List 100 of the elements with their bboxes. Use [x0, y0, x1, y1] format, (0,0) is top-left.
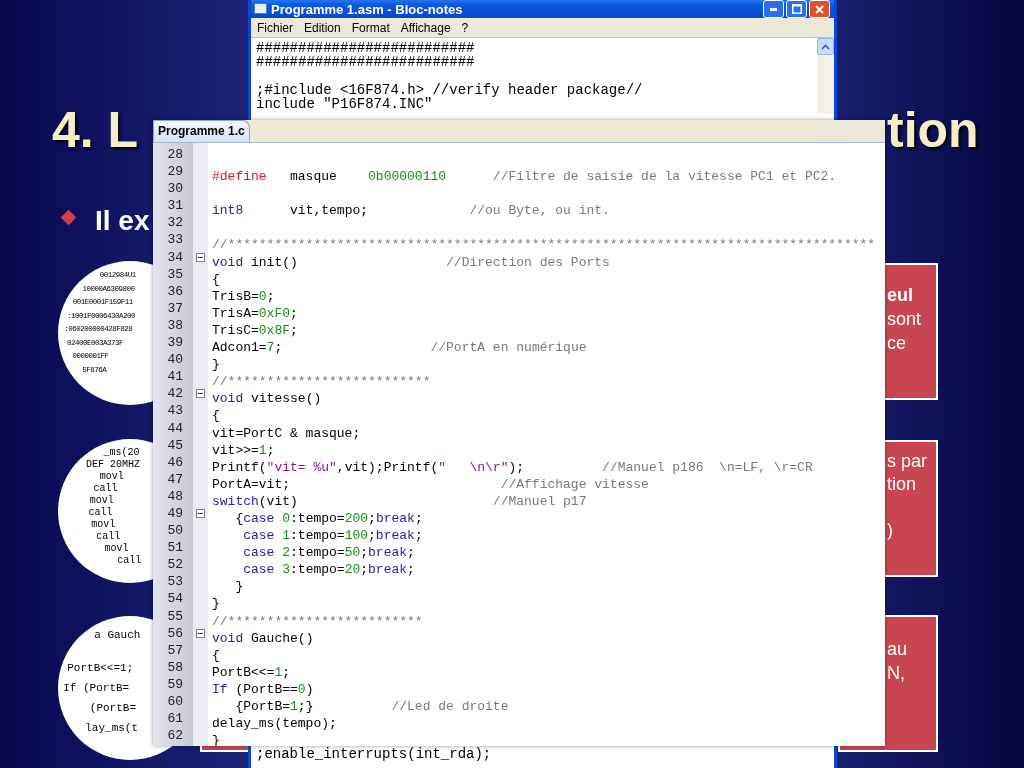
code-line: case 2:tempo=50;break;	[242, 544, 415, 562]
code-line: }	[234, 578, 244, 596]
line-number: 62	[166, 727, 184, 745]
callout-text: tion	[887, 473, 917, 495]
callout-text: sont	[887, 308, 922, 330]
code-line: call	[92, 484, 118, 494]
code-line: delay_ms(tempo);	[212, 715, 337, 733]
line-number: 40	[166, 351, 184, 369]
code-line: }	[212, 356, 220, 374]
fold-toggle[interactable]	[196, 628, 205, 638]
code-line: movl	[98, 472, 124, 482]
line-number: 29	[166, 163, 184, 181]
scrollbar[interactable]	[817, 55, 834, 114]
line-number: 33	[166, 231, 184, 249]
scroll-up-button[interactable]	[817, 38, 834, 55]
code-line: void init() //Direction des Ports	[212, 253, 610, 271]
line-number: 56	[166, 624, 184, 642]
code-line: a Gauch	[94, 630, 141, 641]
code-line: //***********************************************************************************	[212, 236, 876, 254]
fold-toggle[interactable]	[196, 389, 205, 399]
callout-text: eul	[887, 284, 913, 306]
code-line: {	[212, 270, 220, 288]
line-number: 41	[166, 368, 184, 386]
line-number: 59	[166, 675, 184, 693]
code-line: movl	[103, 544, 129, 554]
minimize-icon	[770, 7, 777, 11]
line-number: 44	[166, 419, 184, 437]
callout-text: ce	[887, 332, 906, 354]
code-line: #define masque 0b00000110 //Filtre de saisie de la vitesse PC1 et PC2.	[212, 168, 837, 186]
line-number: 61	[166, 710, 184, 728]
line-number: 57	[166, 641, 184, 659]
line-number: 34	[166, 248, 184, 266]
line-number: 51	[166, 539, 184, 557]
line-number: 50	[166, 522, 184, 540]
code-line: {PortB=1;} //Led de droite	[234, 698, 509, 716]
close-button[interactable]	[809, 0, 830, 18]
minimize-button[interactable]	[763, 0, 784, 18]
code-line: Printf("vit= %u",vit);Printf(" \n\r"); //Manuel p186 \n=LF, \r=CR	[212, 458, 813, 476]
close-icon	[815, 4, 824, 14]
line-number: 31	[166, 197, 184, 215]
callout-text: s par	[887, 450, 928, 472]
code-line: {	[212, 407, 220, 425]
line-number: 48	[166, 487, 184, 505]
code-line: TrisA=0xF0;	[212, 304, 298, 322]
line-number: 38	[166, 316, 184, 335]
code-line: If (PortB=	[63, 683, 130, 694]
line-number: 35	[166, 265, 184, 283]
callout-text: N,	[887, 662, 905, 684]
code-line: int8 vit,tempo; //ou Byte, ou int.	[212, 202, 610, 220]
notepad-icon	[254, 3, 267, 14]
line-number: 43	[166, 402, 184, 420]
code-line: Adcon1=7; //PortA en numérique	[212, 339, 587, 357]
code-line: TrisC=0x8F;	[212, 321, 298, 340]
callout-text: )	[887, 519, 893, 541]
code-line: PortA=vit; //Affichage vitesse	[212, 475, 649, 493]
code-line: lay_ms(t	[85, 723, 139, 734]
menu-item[interactable]: ?	[461, 18, 469, 37]
callout-text: au	[887, 638, 908, 660]
editor-tab[interactable]: Programme 1.c	[153, 120, 250, 142]
line-number: 42	[166, 385, 184, 403]
maximize-icon	[791, 4, 802, 14]
line-number: 39	[166, 334, 184, 352]
menu-item[interactable]: Edition	[304, 18, 341, 37]
line-number: 49	[166, 504, 184, 523]
code-line: (PortB=	[88, 703, 136, 714]
code-line: }	[212, 595, 220, 613]
code-line: {case 0:tempo=200;break;	[234, 509, 423, 528]
menu-item[interactable]: Fichier	[257, 18, 293, 37]
line-number: 47	[166, 470, 184, 488]
code-line: call	[116, 556, 142, 566]
fold-toggle[interactable]	[196, 252, 205, 262]
menu-item[interactable]: Affichage	[400, 18, 451, 37]
line-number: 55	[166, 607, 184, 625]
fold-toggle[interactable]	[196, 509, 205, 518]
code-line: //*************************	[212, 612, 423, 630]
code-line: switch(vit) //Manuel p17	[212, 492, 587, 510]
code-line: //**************************	[212, 373, 431, 391]
menu-item[interactable]: Format	[351, 18, 390, 37]
maximize-button[interactable]	[786, 0, 807, 18]
line-number: 36	[166, 282, 184, 300]
slide-title: 4. L	[52, 101, 139, 160]
code-line: _ms(20	[103, 448, 140, 458]
line-number: 30	[166, 180, 184, 198]
line-number: 46	[166, 453, 184, 471]
code-line: PortB<<=1;	[212, 663, 291, 681]
code-line: void vitesse()	[212, 390, 322, 408]
code-line: case 1:tempo=100;break;	[242, 527, 423, 545]
line-number: 28	[166, 146, 184, 164]
code-line: {	[212, 646, 220, 664]
code-line: DEF 20MHZ	[86, 460, 141, 470]
line-number: 32	[166, 214, 184, 232]
code-line: movl	[88, 496, 114, 506]
code-line: }	[212, 732, 220, 746]
line-number: 58	[166, 658, 184, 676]
code-line: vit=PortC & masque;	[212, 424, 361, 442]
code-line: vit>>=1;	[212, 441, 275, 459]
line-number: 37	[166, 299, 184, 317]
code-line: call	[87, 508, 113, 518]
code-line: If (PortB==0)	[212, 680, 314, 698]
line-number: 52	[166, 556, 184, 574]
